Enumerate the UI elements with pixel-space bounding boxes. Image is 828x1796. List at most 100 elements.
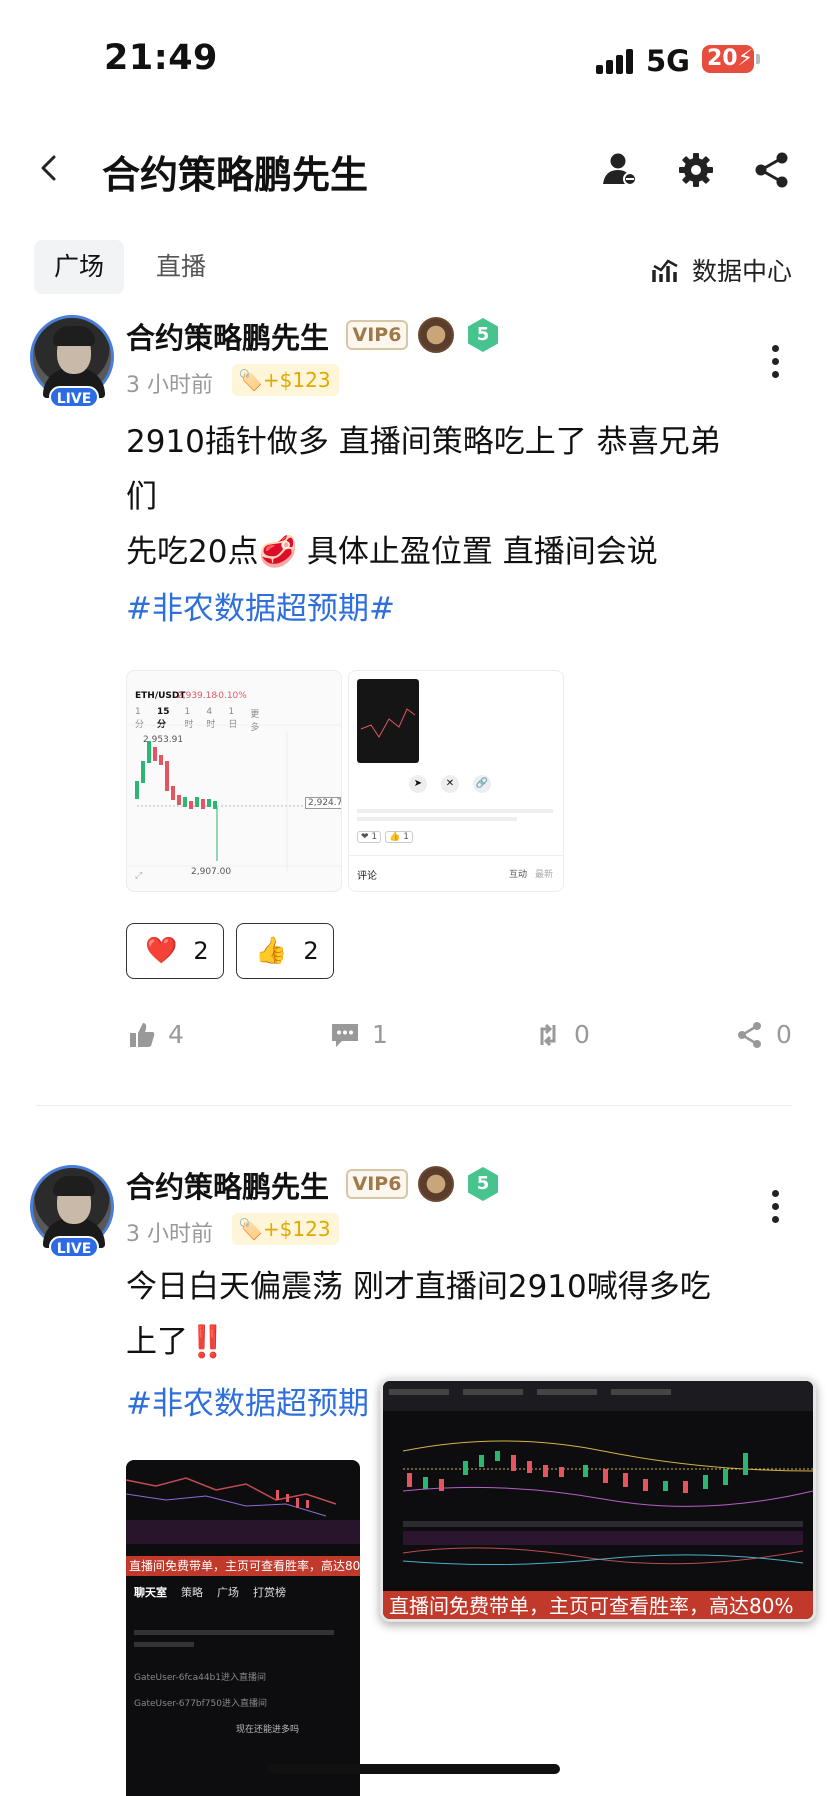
app-header: 合约策略鹏先生 <box>0 130 828 210</box>
mini-reaction: 👍 1 <box>385 831 413 843</box>
network-label: 5G <box>646 44 690 78</box>
comment-button[interactable]: 1 <box>330 1020 388 1049</box>
post-text: 今日白天偏震荡 刚才直播间2910喊得多吃 上了‼️ <box>126 1260 786 1370</box>
level-badge: 5 <box>468 1167 498 1201</box>
thumbs-up-icon: 👍 <box>255 936 288 966</box>
share-button[interactable]: 0 <box>736 1020 792 1049</box>
dark-chart <box>126 1477 360 1544</box>
placeholder-line <box>357 817 517 821</box>
comment-count: 1 <box>372 1020 388 1049</box>
post-time: 3 小时前 <box>126 373 213 398</box>
candlestick-chart <box>127 724 341 871</box>
post-divider <box>36 1105 792 1106</box>
home-indicator[interactable] <box>268 1764 560 1774</box>
chat-line: GateUser-6fca44b1进入直播间 <box>134 1673 266 1683</box>
live-badge[interactable]: LIVE <box>49 1236 99 1258</box>
like-button[interactable]: 4 <box>128 1020 184 1049</box>
preview-image <box>357 679 419 763</box>
reaction-thumbs-up[interactable]: 👍 2 <box>236 923 334 979</box>
live-stream-popup[interactable]: 直播间免费带单，主页可查看胜率，高达80% <box>380 1378 816 1622</box>
page-title: 合约策略鹏先生 <box>102 153 369 197</box>
mini-reaction-count: 1 <box>371 832 378 842</box>
expand-icon[interactable]: ⤢ <box>135 871 142 881</box>
signal-icon <box>596 48 636 74</box>
chart-icon <box>652 259 678 282</box>
live-tab[interactable]: 聊天室 <box>134 1584 167 1600</box>
repost-icon <box>540 1023 556 1046</box>
image-thumbnail[interactable]: ➤ ✕ 🔗 ❤ 1 👍 1 评论 互动 最新 <box>348 670 564 892</box>
hashtag-link[interactable]: #非农数据超预期# <box>126 583 395 628</box>
share-icon[interactable] <box>752 150 792 190</box>
avatar-hair <box>53 1176 95 1196</box>
tip-badge: 🏷️+$123 <box>232 364 339 396</box>
tip-amount: +$123 <box>262 368 331 392</box>
post-text-line: 今日白天偏震荡 刚才直播间2910喊得多吃 <box>126 1269 711 1305</box>
telegram-icon[interactable]: ➤ <box>409 775 427 793</box>
live-tab[interactable]: 打赏榜 <box>253 1584 286 1600</box>
data-center-label: 数据中心 <box>691 257 792 286</box>
more-icon[interactable] <box>770 345 780 381</box>
mini-chart <box>360 708 416 738</box>
share-icon <box>738 1021 761 1048</box>
reaction-count: 2 <box>303 937 319 965</box>
image-thumbnail[interactable]: ETH/USDT 2,939.18 -0.10% 1分 15分 1时 4时 1日… <box>126 670 342 892</box>
interact-label: 互动 <box>509 870 528 880</box>
tab-live[interactable]: 直播 <box>136 240 226 294</box>
post-text-line: 2910插针做多 直播间策略吃上了 恭喜兄弟 <box>126 424 721 460</box>
data-center-link[interactable]: 数据中心 <box>652 252 792 288</box>
latest-label: 最新 <box>535 870 554 880</box>
chat-line: 现在还能进多吗 <box>236 1725 300 1735</box>
reaction-heart[interactable]: ❤️ 2 <box>126 923 224 979</box>
promo-banner: 直播间免费带单，主页可查看胜率，高达80% <box>383 1591 813 1619</box>
link-icon[interactable]: 🔗 <box>473 775 491 793</box>
promo-banner: 直播间免费带单，主页可查看胜率，高达80% <box>126 1556 360 1576</box>
author-name[interactable]: 合约策略鹏先生 <box>126 315 329 357</box>
tip-amount: +$123 <box>262 1217 331 1241</box>
post-text: 2910插针做多 直播间策略吃上了 恭喜兄弟 们 先吃20点🥩 具体止盈位置 直… <box>126 415 786 580</box>
post-text-line: 上了‼️ <box>126 1324 227 1360</box>
post-text-line: 先吃20点🥩 具体止盈位置 直播间会说 <box>126 534 658 570</box>
hashtag-link[interactable]: #非农数据超预期 <box>126 1378 369 1423</box>
placeholder-line <box>357 809 553 813</box>
action-bar: 4 1 0 0 <box>0 1020 828 1070</box>
vip-badge: VIP6 <box>346 1169 408 1199</box>
divider-line <box>349 855 563 856</box>
dark-candlestick-chart <box>383 1381 813 1566</box>
author-name[interactable]: 合约策略鹏先生 <box>126 1164 329 1206</box>
like-count: 4 <box>168 1020 184 1049</box>
live-tab[interactable]: 广场 <box>217 1584 239 1600</box>
live-badge[interactable]: LIVE <box>49 386 99 408</box>
avatar[interactable]: LIVE <box>30 1165 114 1258</box>
mini-reaction: ❤ 1 <box>357 831 382 843</box>
share-count: 0 <box>776 1020 792 1049</box>
tab-bar: 广场 直播 数据中心 <box>0 240 828 294</box>
live-tab[interactable]: 策略 <box>181 1584 203 1600</box>
status-bar: 21:49 5G 20⚡ <box>0 0 828 120</box>
user-settings-icon[interactable] <box>600 150 640 190</box>
mini-reactions: ❤ 1 👍 1 <box>357 831 413 843</box>
back-icon[interactable] <box>38 152 62 182</box>
avatar[interactable]: LIVE <box>30 315 114 408</box>
like-icon <box>130 1022 155 1047</box>
medal-icon <box>418 317 454 353</box>
status-time: 21:49 <box>104 38 218 78</box>
tip-badge: 🏷️+$123 <box>232 1213 339 1245</box>
repost-count: 0 <box>574 1020 590 1049</box>
level-badge: 5 <box>468 318 498 352</box>
x-icon[interactable]: ✕ <box>441 775 459 793</box>
comment-icon <box>332 1023 358 1047</box>
gear-icon[interactable] <box>676 150 716 190</box>
battery-level: 20 <box>707 46 738 71</box>
image-thumbnail[interactable]: 直播间免费带单，主页可查看胜率，高达80% 聊天室 策略 广场 打赏榜 Gate… <box>126 1460 360 1796</box>
placeholder-line <box>134 1630 334 1635</box>
tab-square[interactable]: 广场 <box>34 240 125 294</box>
repost-button[interactable]: 0 <box>534 1020 590 1049</box>
post-text-line: 们 <box>126 479 157 515</box>
placeholder-line <box>134 1642 194 1647</box>
medal-icon <box>418 1166 454 1202</box>
reaction-count: 2 <box>193 937 209 965</box>
mini-reaction-count: 1 <box>403 832 409 842</box>
reactions-row: ❤️ 2 👍 2 <box>126 923 526 979</box>
vip-badge: VIP6 <box>346 320 408 350</box>
more-icon[interactable] <box>770 1190 780 1226</box>
